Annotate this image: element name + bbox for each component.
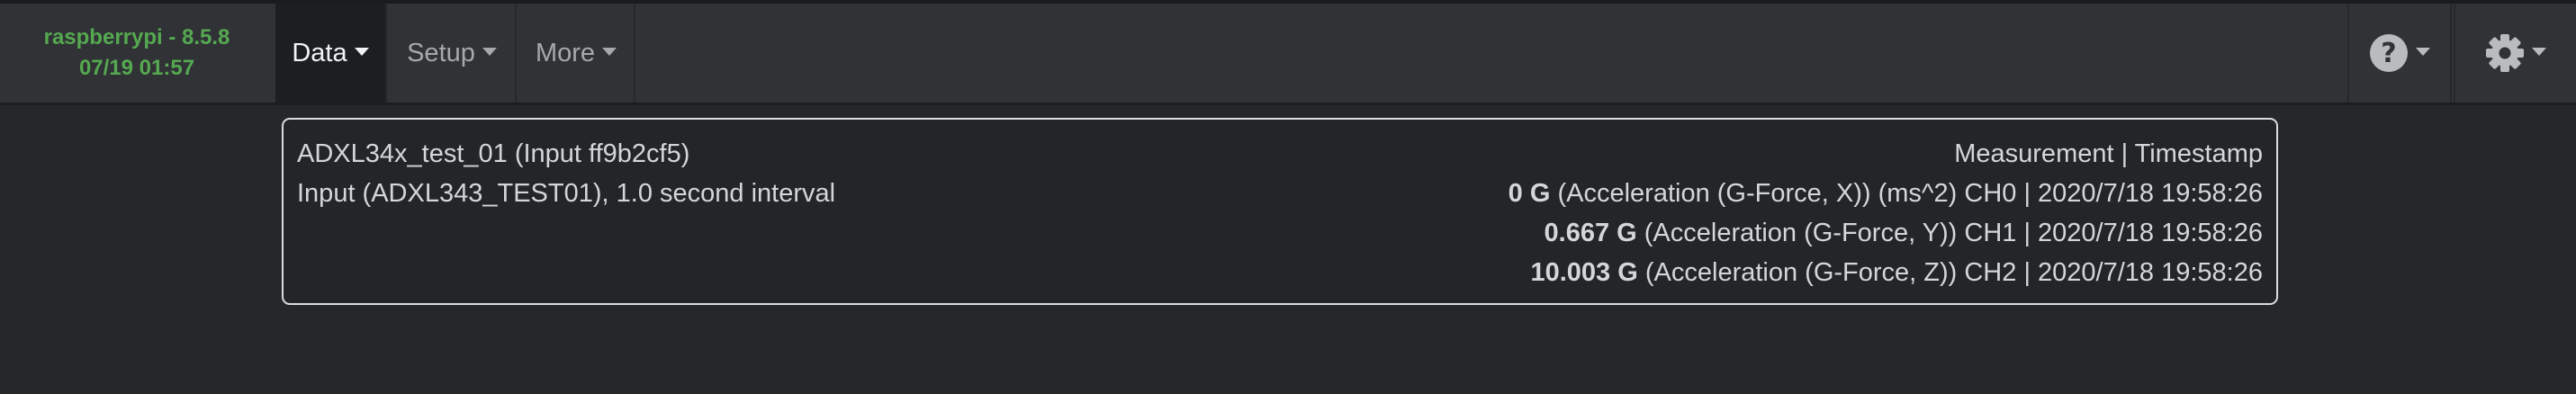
measurement-value: 0 G <box>1508 179 1551 208</box>
measurement-detail: (Acceleration (G-Force, Y)) CH1 | 2020/7… <box>1636 219 2263 247</box>
measurement-detail: (Acceleration (G-Force, Z)) CH2 | 2020/7… <box>1637 258 2263 287</box>
nav-more-dropdown[interactable]: More <box>518 4 635 103</box>
nav-data-dropdown[interactable]: Data <box>275 4 387 103</box>
brand[interactable]: raspberrypi - 8.5.8 07/19 01:57 <box>0 4 274 103</box>
input-title: ADXL34x_test_01 (Input ff9b2cf5) <box>297 139 690 168</box>
nav-more-label: More <box>535 38 596 67</box>
caret-down-icon <box>354 47 369 56</box>
caret-down-icon <box>2416 47 2430 56</box>
measurement-header: Measurement | Timestamp <box>1954 139 2263 168</box>
input-measurement-card: ADXL34x_test_01 (Input ff9b2cf5) Input (… <box>282 118 2278 305</box>
nav-setup-label: Setup <box>407 38 475 67</box>
gear-icon <box>2485 33 2525 73</box>
measurement-value: 10.003 G <box>1530 258 1638 287</box>
brand-host-version: raspberrypi - 8.5.8 <box>43 25 230 49</box>
measurement-value: 0.667 G <box>1544 219 1637 247</box>
caret-down-icon <box>602 47 617 56</box>
measurement-row: 10.003 G (Acceleration (G-Force, Z)) CH2… <box>1530 255 2263 291</box>
measurement-detail: (Acceleration (G-Force, X)) (ms^2) CH0 |… <box>1550 179 2263 208</box>
top-navbar: raspberrypi - 8.5.8 07/19 01:57 Data Set… <box>0 0 2576 105</box>
caret-down-icon <box>2532 47 2546 56</box>
measurement-row: 0 G (Acceleration (G-Force, X)) (ms^2) C… <box>1509 175 2263 211</box>
nav-setup-dropdown[interactable]: Setup <box>389 4 517 103</box>
help-dropdown[interactable]: ? <box>2347 4 2452 103</box>
input-subtitle: Input (ADXL343_TEST01), 1.0 second inter… <box>297 179 836 208</box>
question-circle-icon: ? <box>2369 33 2409 73</box>
nav-data-label: Data <box>292 38 347 67</box>
brand-datetime: 07/19 01:57 <box>78 56 195 80</box>
settings-dropdown[interactable] <box>2454 4 2576 103</box>
svg-text:?: ? <box>2381 38 2396 69</box>
measurement-row: 0.667 G (Acceleration (G-Force, Y)) CH1 … <box>1545 215 2263 251</box>
caret-down-icon <box>482 47 497 56</box>
